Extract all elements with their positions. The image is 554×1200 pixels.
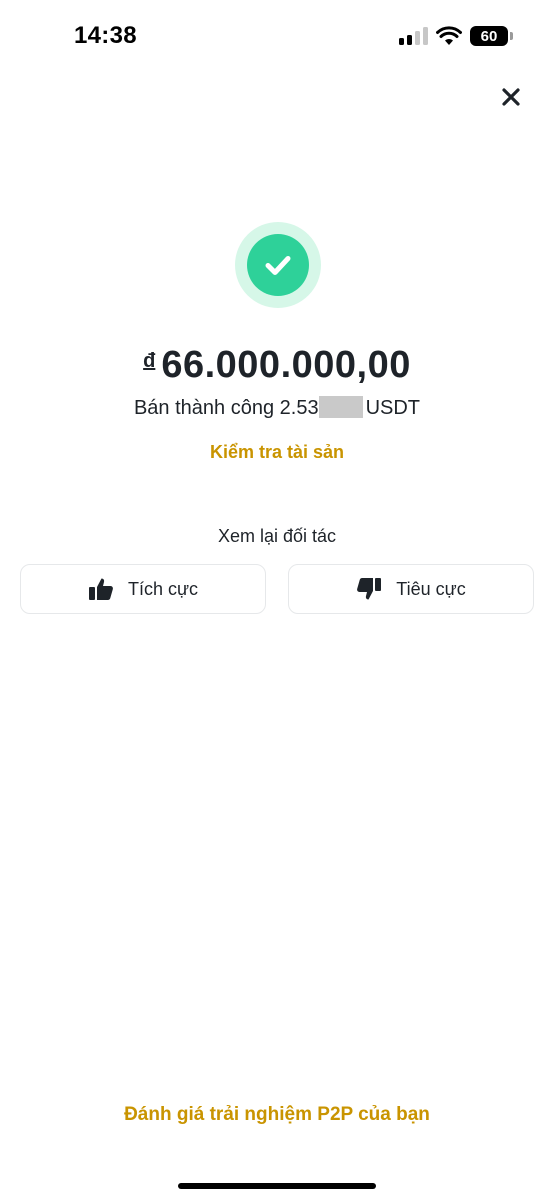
thumbs-down-icon: [357, 578, 382, 600]
positive-label: Tích cực: [127, 578, 199, 599]
success-badge: [235, 222, 321, 308]
check-assets-link[interactable]: Kiểm tra tài sản: [0, 442, 554, 463]
home-indicator[interactable]: [178, 1183, 376, 1189]
review-partner-title: Xem lại đối tác: [217, 526, 337, 546]
cellular-signal-icon: [399, 27, 428, 45]
wifi-icon: [436, 26, 462, 45]
p2p-sell-success-screen: 14:38 60 đ 66.000.000,00 Bán thành công …: [0, 0, 554, 1200]
positive-review-button[interactable]: Tích cực: [20, 564, 266, 614]
status-icons: 60: [399, 26, 513, 46]
sold-summary: Bán thành công 2.53 USDT: [0, 396, 554, 420]
thumbs-up-icon: [88, 578, 113, 600]
negative-label: Tiêu cực: [396, 578, 466, 599]
battery-level: 60: [480, 27, 498, 45]
currency-symbol: đ: [143, 350, 156, 372]
negative-review-button[interactable]: Tiêu cực: [288, 564, 534, 614]
status-time: 14:38: [74, 22, 137, 49]
close-button[interactable]: [498, 84, 524, 110]
check-circle-icon: [247, 234, 309, 296]
sold-asset: USDT: [365, 397, 421, 419]
fiat-amount: 66.000.000,00: [161, 344, 411, 386]
rate-p2p-experience-link[interactable]: Đánh giá trải nghiệm P2P của bạn: [0, 1104, 554, 1126]
redacted-block: [318, 396, 363, 418]
battery-icon: 60: [470, 26, 513, 46]
close-icon: [502, 88, 520, 106]
amount-display: đ 66.000.000,00: [0, 344, 554, 387]
sold-prefix: Bán thành công 2.53: [133, 397, 319, 419]
